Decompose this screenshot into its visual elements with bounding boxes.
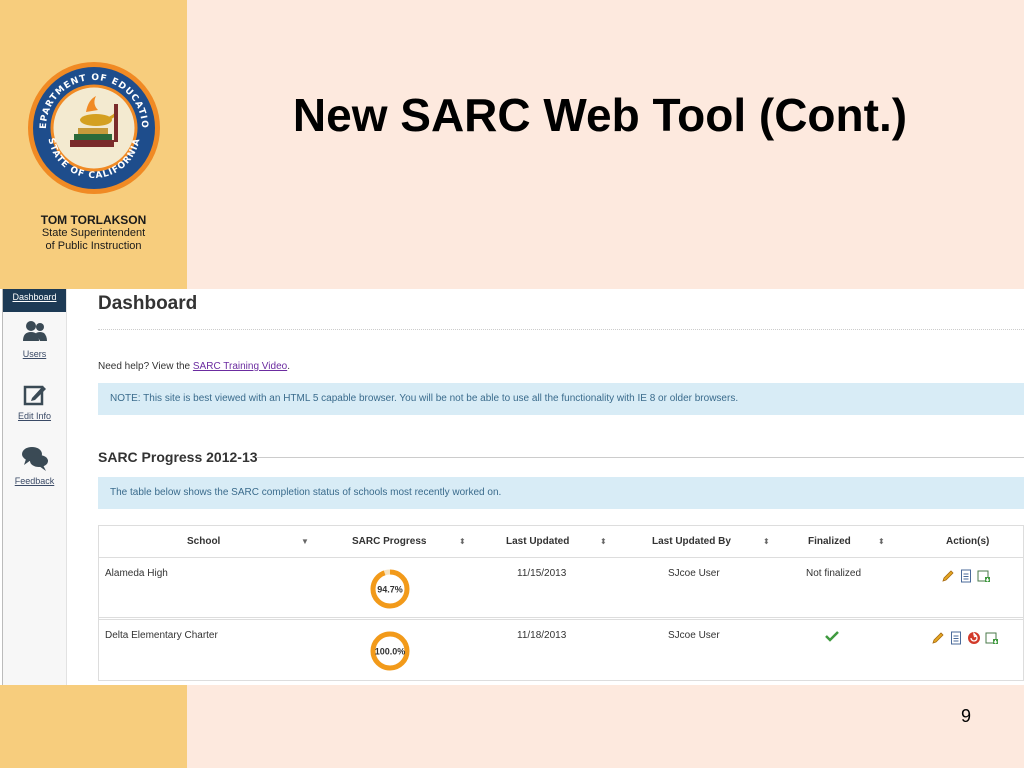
row-actions <box>941 569 991 583</box>
help-prefix: Need help? View the <box>98 361 193 372</box>
column-header-school[interactable]: School <box>187 526 220 557</box>
superintendent-block: TOM TORLAKSON State Superintendent of Pu… <box>0 213 187 253</box>
progress-donut: 100.0% <box>370 631 410 671</box>
main-content: Dashboard Need help? View the SARC Train… <box>98 289 1024 685</box>
last-updated-by: SJcoe User <box>668 568 720 579</box>
progress-label: 100.0% <box>375 647 406 657</box>
users-icon <box>22 321 47 341</box>
section-heading: SARC Progress 2012-13 <box>98 449 258 465</box>
sidebar-item-feedback[interactable]: Feedback <box>3 444 66 486</box>
sort-icon[interactable]: ⬍ <box>459 526 466 557</box>
page-number: 9 <box>960 706 971 726</box>
superintendent-name: TOM TORLAKSON <box>40 213 147 227</box>
sort-down-icon[interactable]: ▼ <box>301 526 309 557</box>
sidebar-item-users[interactable]: Users <box>3 319 66 359</box>
column-header-last-updated-by[interactable]: Last Updated By <box>652 526 731 557</box>
table-row: Delta Elementary Charter 100.0% 11/18/20… <box>99 619 1023 679</box>
edit-icon <box>23 385 46 406</box>
superintendent-role-line-1: State Superintendent <box>41 227 146 239</box>
sidebar-item-dashboard[interactable]: Dashboard <box>3 289 66 312</box>
table-note: The table below shows the SARC completio… <box>98 477 1024 509</box>
last-updated-by: SJcoe User <box>668 630 720 641</box>
progress-label: 94.7% <box>377 585 403 595</box>
help-text: Need help? View the SARC Training Video. <box>98 361 290 372</box>
sort-icon[interactable]: ⬍ <box>763 526 770 557</box>
superintendent-role-line-2: of Public Instruction <box>45 240 142 252</box>
export-icon[interactable] <box>977 569 991 583</box>
sidebar-item-feedback-label: Feedback <box>14 476 55 486</box>
sidebar: Dashboard Users Edit Info Feedback <box>2 289 67 685</box>
last-updated: 11/18/2013 <box>517 630 567 641</box>
row-actions <box>931 631 999 645</box>
table-row: Alameda High 94.7% 11/15/2013 SJcoe User… <box>99 558 1023 618</box>
column-header-finalized[interactable]: Finalized <box>808 526 851 557</box>
title-divider <box>98 329 1024 330</box>
sidebar-item-edit-info[interactable]: Edit Info <box>3 383 66 421</box>
finalized-check <box>825 630 839 645</box>
column-header-last-updated[interactable]: Last Updated <box>506 526 569 557</box>
section-divider <box>256 457 1024 458</box>
edit-icon[interactable] <box>931 631 945 645</box>
school-name: Delta Elementary Charter <box>105 630 218 641</box>
unfinalize-icon[interactable] <box>967 631 981 645</box>
column-header-sarc-progress[interactable]: SARC Progress <box>352 526 426 557</box>
browser-note: NOTE: This site is best viewed with an H… <box>98 383 1024 415</box>
sidebar-item-edit-info-label: Edit Info <box>17 411 52 421</box>
sidebar-item-users-label: Users <box>22 349 47 359</box>
column-header-actions: Action(s) <box>946 536 990 547</box>
last-updated: 11/15/2013 <box>517 568 567 579</box>
document-icon[interactable] <box>949 631 963 645</box>
sort-icon[interactable]: ⬍ <box>600 526 607 557</box>
sarc-web-tool-screenshot: Dashboard Users Edit Info Feedback Dashb… <box>0 289 1024 685</box>
sarc-progress-table: School ▼ SARC Progress ⬍ Last Updated ⬍ … <box>98 525 1024 681</box>
page-title: Dashboard <box>98 293 198 314</box>
california-department-of-education-seal: DEPARTMENT OF EDUCATION STATE OF CALIFOR… <box>26 60 160 194</box>
help-suffix: . <box>287 361 290 372</box>
finalized-status: Not finalized <box>806 568 862 579</box>
school-name: Alameda High <box>105 568 168 579</box>
sort-icon[interactable]: ⬍ <box>878 526 885 557</box>
check-icon <box>825 631 839 642</box>
progress-donut: 94.7% <box>370 569 410 609</box>
slide-title: New SARC Web Tool (Cont.) <box>292 89 908 141</box>
export-icon[interactable] <box>985 631 999 645</box>
training-video-link[interactable]: SARC Training Video <box>193 361 287 372</box>
document-icon[interactable] <box>959 569 973 583</box>
chat-bubbles-icon <box>21 447 48 471</box>
edit-icon[interactable] <box>941 569 955 583</box>
